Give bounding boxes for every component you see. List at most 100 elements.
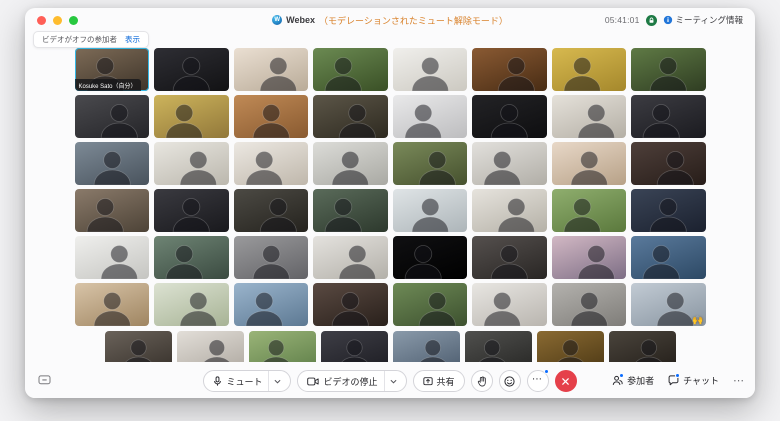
participants-button[interactable]: 参加者	[612, 374, 654, 387]
video-tile[interactable]	[234, 189, 309, 232]
share-button[interactable]: 共有	[413, 370, 465, 392]
person-silhouette	[234, 283, 309, 326]
person-silhouette	[154, 142, 229, 185]
meeting-info-button[interactable]: ミーティング情報	[663, 14, 744, 26]
reactions-button[interactable]	[499, 370, 521, 392]
video-tile[interactable]	[393, 236, 468, 279]
video-tile[interactable]	[154, 189, 229, 232]
person-silhouette	[75, 236, 150, 279]
minimize-window-button[interactable]	[53, 16, 62, 25]
more-panels-button[interactable]: ⋯	[733, 374, 745, 387]
video-tile[interactable]	[472, 48, 547, 91]
video-tile[interactable]	[472, 189, 547, 232]
video-tile[interactable]	[552, 142, 627, 185]
zoom-window-button[interactable]	[69, 16, 78, 25]
video-tile[interactable]	[552, 283, 627, 326]
video-tile[interactable]	[313, 142, 388, 185]
video-tile[interactable]	[313, 189, 388, 232]
video-tile[interactable]	[552, 95, 627, 138]
video-tile[interactable]	[393, 48, 468, 91]
person-silhouette	[631, 95, 706, 138]
video-tile[interactable]	[313, 48, 388, 91]
info-icon	[663, 15, 673, 25]
secure-lock-icon	[646, 15, 657, 26]
video-tile[interactable]	[75, 283, 150, 326]
video-tile[interactable]	[234, 95, 309, 138]
person-silhouette	[631, 48, 706, 91]
share-screen-icon	[423, 376, 433, 386]
participants-notification-dot	[619, 373, 624, 378]
microphone-icon	[213, 376, 222, 387]
close-window-button[interactable]	[37, 16, 46, 25]
share-label: 共有	[437, 375, 455, 388]
video-tile[interactable]	[234, 236, 309, 279]
video-tile[interactable]	[75, 95, 150, 138]
leave-meeting-button[interactable]	[555, 370, 577, 392]
video-tile[interactable]	[472, 142, 547, 185]
video-tile[interactable]	[552, 189, 627, 232]
meeting-timer: 05:41:01	[605, 15, 640, 25]
video-tile[interactable]	[393, 189, 468, 232]
more-options-button[interactable]: ⋯	[527, 370, 549, 392]
person-silhouette	[154, 236, 229, 279]
video-tile[interactable]	[631, 95, 706, 138]
video-options-chevron[interactable]	[384, 371, 397, 391]
video-tile[interactable]	[631, 236, 706, 279]
video-tile[interactable]: 🙌	[631, 283, 706, 326]
video-tile[interactable]	[472, 95, 547, 138]
video-tile[interactable]	[552, 48, 627, 91]
video-tile[interactable]	[472, 283, 547, 326]
chat-button[interactable]: チャット	[668, 374, 719, 387]
video-off-show-link[interactable]: 表示	[125, 34, 140, 45]
participant-name-badge: Kosuke Sato（自分）	[75, 79, 141, 91]
person-silhouette	[313, 189, 388, 232]
mute-options-chevron[interactable]	[268, 371, 281, 391]
video-tile[interactable]	[234, 283, 309, 326]
person-silhouette	[313, 236, 388, 279]
video-tile[interactable]: Kosuke Sato（自分）	[75, 48, 150, 91]
raise-hand-button[interactable]	[471, 370, 493, 392]
video-tile[interactable]	[154, 142, 229, 185]
person-silhouette	[154, 95, 229, 138]
person-silhouette	[234, 236, 309, 279]
video-tile[interactable]	[393, 95, 468, 138]
video-tile[interactable]	[313, 283, 388, 326]
video-tile[interactable]	[154, 48, 229, 91]
video-tile[interactable]	[234, 48, 309, 91]
video-tile[interactable]	[631, 48, 706, 91]
video-tile[interactable]	[75, 189, 150, 232]
caption-icon	[38, 375, 51, 386]
video-tile[interactable]	[75, 142, 150, 185]
main-grid: Kosuke Sato（自分） 🙌	[75, 48, 706, 326]
person-silhouette	[75, 95, 150, 138]
control-bar: ミュート ビデオの停止 共有 ⋯	[25, 362, 755, 398]
video-tile[interactable]	[631, 189, 706, 232]
webex-meeting-window: W Webex （モデレーションされたミュート解除モード） 05:41:01 ミ…	[25, 8, 755, 398]
person-silhouette	[552, 283, 627, 326]
person-silhouette	[472, 189, 547, 232]
person-silhouette	[313, 48, 388, 91]
video-tile[interactable]	[313, 95, 388, 138]
video-tile[interactable]	[393, 142, 468, 185]
video-tile[interactable]	[154, 95, 229, 138]
closed-caption-button[interactable]	[35, 372, 53, 388]
video-tile[interactable]	[472, 236, 547, 279]
video-tile[interactable]	[552, 236, 627, 279]
video-tile[interactable]	[313, 236, 388, 279]
video-off-participants-panel[interactable]: ビデオがオフの参加者 表示	[33, 31, 149, 48]
video-tile[interactable]	[154, 283, 229, 326]
video-tile[interactable]	[154, 236, 229, 279]
app-title: Webex	[286, 15, 315, 25]
person-silhouette	[75, 189, 150, 232]
video-tile[interactable]	[75, 236, 150, 279]
close-x-icon	[561, 377, 570, 386]
mute-button[interactable]: ミュート	[203, 370, 291, 392]
person-silhouette	[472, 236, 547, 279]
meeting-info-label: ミーティング情報	[676, 14, 744, 26]
video-tile[interactable]	[393, 283, 468, 326]
smiley-icon	[504, 376, 515, 387]
person-silhouette	[393, 142, 468, 185]
video-tile[interactable]	[234, 142, 309, 185]
video-tile[interactable]	[631, 142, 706, 185]
stop-video-button[interactable]: ビデオの停止	[297, 370, 406, 392]
